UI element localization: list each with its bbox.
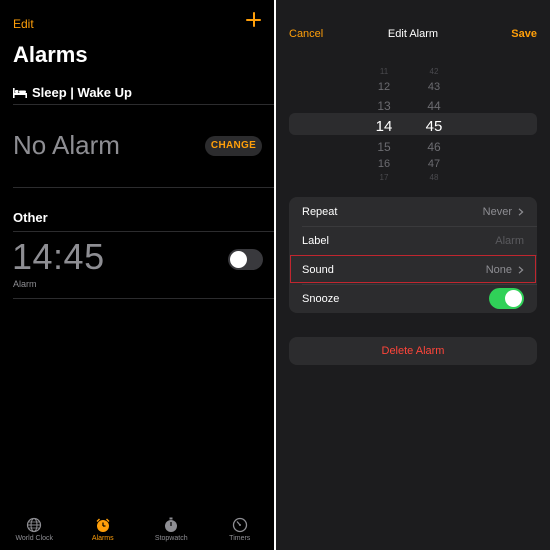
- tab-label: Alarms: [91, 535, 114, 542]
- tab-label: World Clock: [15, 535, 54, 542]
- minute-option[interactable]: 43: [414, 81, 454, 93]
- snooze-row: Snooze: [289, 284, 537, 313]
- hour-option[interactable]: 17: [364, 173, 404, 182]
- snooze-toggle[interactable]: [489, 288, 524, 309]
- tab-alarms[interactable]: Alarms: [69, 514, 138, 550]
- alarms-list-screen: Edit Alarms Sleep | Wake Up No Alarm CHA…: [0, 0, 274, 550]
- other-section-header: Other: [13, 210, 48, 225]
- label-row[interactable]: Label Alarm: [289, 226, 537, 255]
- edit-alarm-screen: Cancel Edit Alarm Save 11 12 13 14 15 16 17 42…: [276, 0, 550, 550]
- tab-world-clock[interactable]: World Clock: [0, 514, 69, 550]
- alarm-settings-group: Repeat Never Label Alarm Sound None Snoo…: [289, 197, 537, 313]
- edit-button[interactable]: Edit: [13, 17, 34, 31]
- change-button[interactable]: CHANGE: [205, 136, 262, 156]
- repeat-row[interactable]: Repeat Never: [289, 197, 537, 226]
- tab-timers[interactable]: Timers: [206, 514, 275, 550]
- alarm-clock-icon: [96, 518, 110, 532]
- repeat-label: Repeat: [302, 205, 338, 218]
- sound-row-highlight: [290, 255, 536, 283]
- hour-option[interactable]: 12: [364, 81, 404, 93]
- sleep-section-header: Sleep | Wake Up: [13, 85, 132, 100]
- page-title: Edit Alarm: [387, 28, 439, 40]
- sleep-section-label: Sleep | Wake Up: [32, 85, 132, 100]
- label-field[interactable]: Alarm: [495, 235, 524, 247]
- minute-option[interactable]: 45: [414, 118, 454, 135]
- divider: [13, 231, 274, 232]
- hour-option[interactable]: 16: [364, 158, 404, 170]
- hour-option[interactable]: 14: [364, 118, 404, 135]
- alarm-time[interactable]: 14:45: [12, 236, 105, 278]
- toggle-knob: [230, 251, 247, 268]
- minute-option[interactable]: 44: [414, 99, 454, 113]
- divider: [13, 104, 274, 105]
- chevron-right-icon: [518, 207, 524, 216]
- divider: [13, 298, 274, 299]
- add-alarm-icon[interactable]: [245, 11, 263, 29]
- timer-icon: [232, 517, 247, 533]
- minute-option[interactable]: 47: [414, 158, 454, 170]
- toggle-knob: [505, 290, 522, 307]
- hour-option[interactable]: 13: [364, 99, 404, 113]
- stopwatch-icon: [165, 517, 178, 532]
- minute-option[interactable]: 48: [414, 173, 454, 182]
- tab-bar: World Clock Alarms Stopwatch Timers: [0, 514, 274, 550]
- no-alarm-text: No Alarm: [13, 130, 120, 160]
- label-label: Label: [302, 234, 329, 247]
- tab-label: Stopwatch: [154, 535, 188, 542]
- hour-option[interactable]: 11: [364, 67, 404, 76]
- picker-selection-highlight: [289, 113, 537, 135]
- bed-icon: [13, 87, 27, 98]
- tab-label: Timers: [229, 535, 251, 542]
- divider: [13, 187, 274, 188]
- hour-option[interactable]: 15: [364, 140, 404, 154]
- globe-icon: [27, 517, 42, 533]
- delete-alarm-button[interactable]: Delete Alarm: [289, 337, 537, 365]
- page-title: Alarms: [13, 42, 88, 67]
- alarm-toggle[interactable]: [228, 249, 263, 270]
- repeat-value: Never: [482, 205, 512, 218]
- time-picker[interactable]: 11 12 13 14 15 16 17 42 43 44 45 46 47 48: [276, 64, 550, 184]
- tab-stopwatch[interactable]: Stopwatch: [137, 514, 206, 550]
- save-button[interactable]: Save: [511, 28, 537, 40]
- alarm-label: Alarm: [13, 279, 37, 289]
- minute-option[interactable]: 46: [414, 140, 454, 154]
- minute-option[interactable]: 42: [414, 67, 454, 76]
- snooze-label: Snooze: [302, 292, 340, 305]
